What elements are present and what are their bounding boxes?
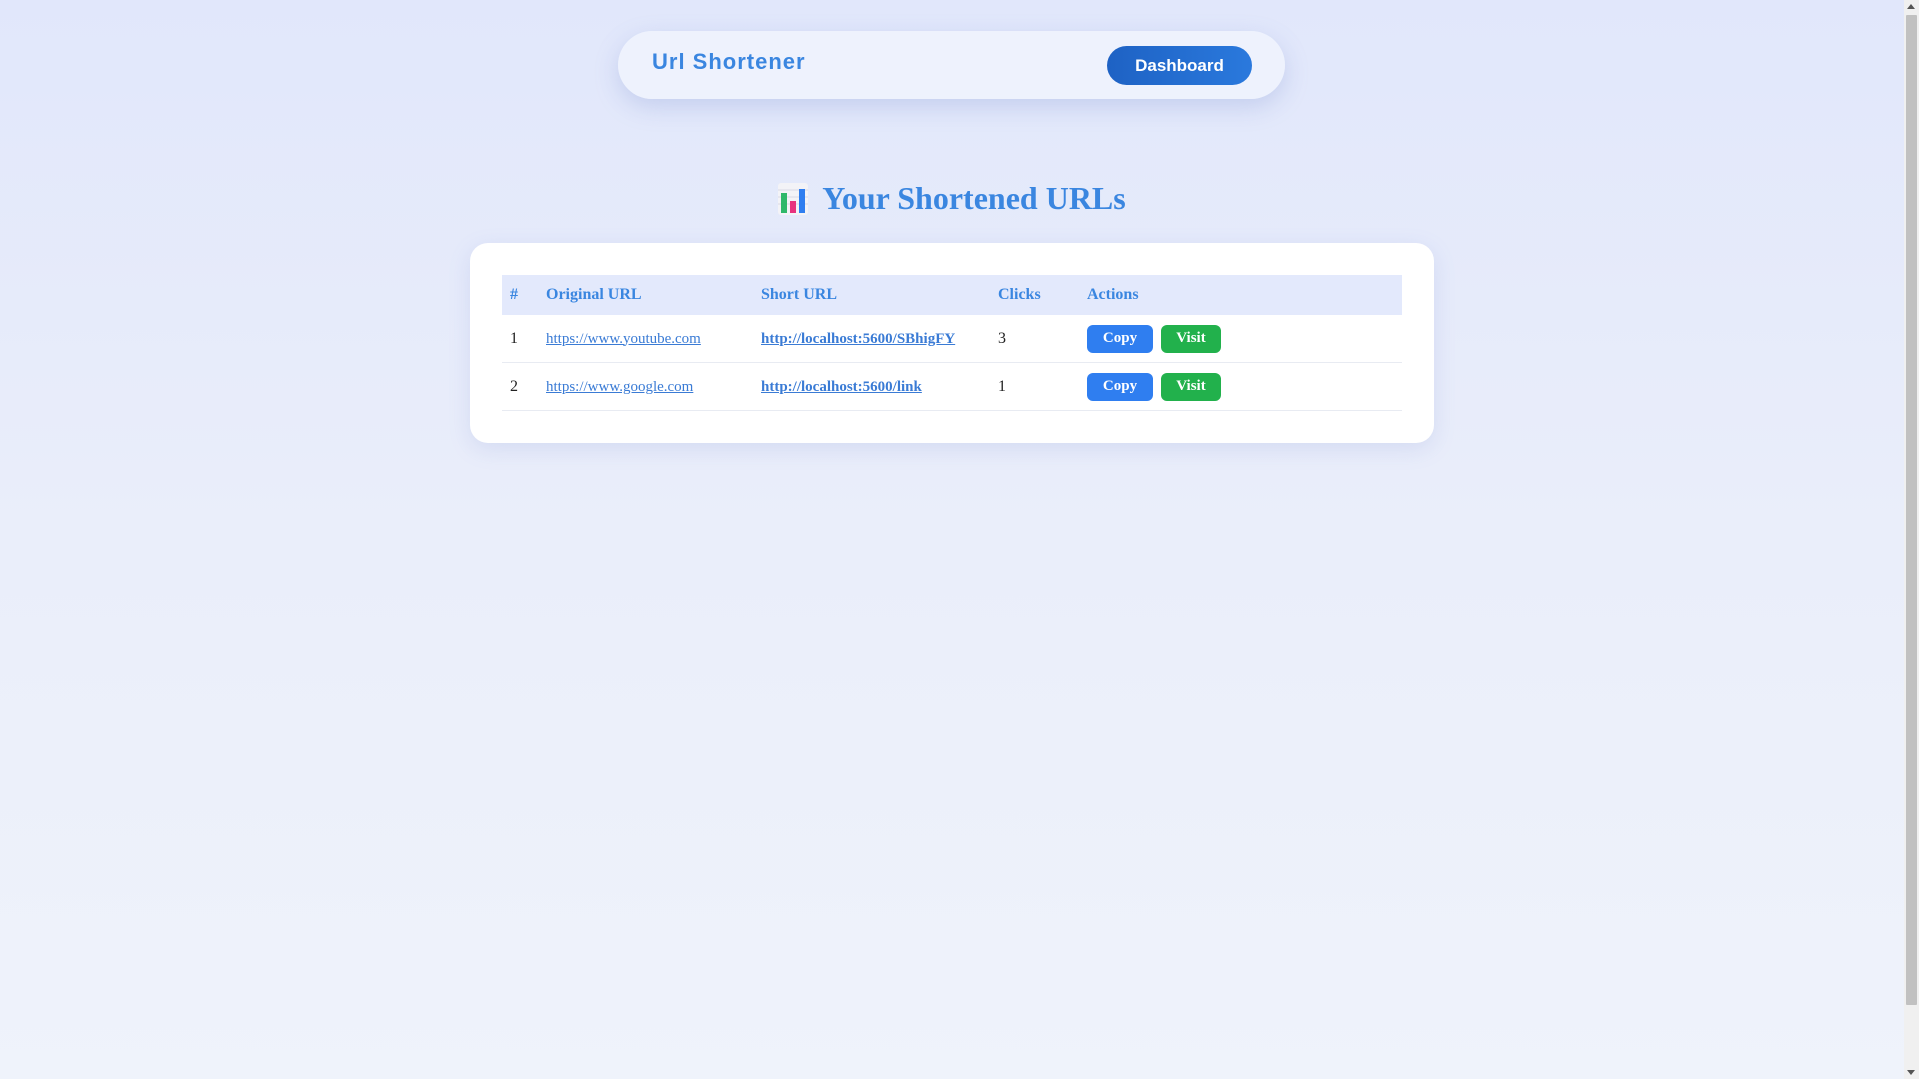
column-header-index: # bbox=[510, 286, 518, 303]
row-index: 2 bbox=[502, 362, 538, 411]
vertical-scrollbar[interactable] bbox=[1904, 0, 1919, 1079]
visit-button[interactable]: Visit bbox=[1161, 372, 1221, 401]
scroll-up-arrow-icon[interactable] bbox=[1907, 4, 1915, 9]
urls-card: # Original URL Short URL Clicks Actions … bbox=[470, 243, 1434, 443]
bar-chart-icon bbox=[778, 182, 809, 215]
original-url-cell: https://www.youtube.com bbox=[538, 315, 753, 363]
actions-cell: Copy Visit bbox=[1079, 362, 1402, 411]
dashboard-button[interactable]: Dashboard bbox=[1107, 46, 1252, 85]
table-row: 2 https://www.google.com http://localhos… bbox=[502, 362, 1402, 411]
original-url-cell: https://www.google.com bbox=[538, 362, 753, 411]
original-url-link[interactable]: https://www.google.com bbox=[546, 379, 693, 395]
brand-title[interactable]: Url Shortener bbox=[652, 49, 806, 75]
page-title-row: Your Shortened URLs bbox=[0, 180, 1904, 224]
scrollbar-thumb[interactable] bbox=[1906, 15, 1917, 1005]
column-header-actions: Actions bbox=[1087, 286, 1139, 303]
column-header-clicks: Clicks bbox=[998, 286, 1041, 303]
copy-button[interactable]: Copy bbox=[1087, 324, 1153, 353]
navbar: Url Shortener Dashboard bbox=[618, 31, 1285, 99]
scroll-down-arrow-icon[interactable] bbox=[1907, 1070, 1915, 1075]
copy-button[interactable]: Copy bbox=[1087, 372, 1153, 401]
actions-cell: Copy Visit bbox=[1079, 315, 1402, 363]
original-url-link[interactable]: https://www.youtube.com bbox=[546, 331, 701, 347]
short-url-link[interactable]: http://localhost:5600/link bbox=[761, 379, 922, 395]
urls-table: # Original URL Short URL Clicks Actions … bbox=[502, 275, 1402, 411]
column-header-original-url: Original URL bbox=[546, 286, 642, 303]
table-row: 1 https://www.youtube.com http://localho… bbox=[502, 315, 1402, 363]
short-url-link[interactable]: http://localhost:5600/SBhigFY bbox=[761, 331, 955, 347]
table-header-row: # Original URL Short URL Clicks Actions bbox=[502, 275, 1402, 315]
short-url-cell: http://localhost:5600/SBhigFY bbox=[753, 315, 990, 363]
click-count: 1 bbox=[990, 362, 1079, 411]
row-index: 1 bbox=[502, 315, 538, 363]
click-count: 3 bbox=[990, 315, 1079, 363]
column-header-short-url: Short URL bbox=[761, 286, 838, 303]
visit-button[interactable]: Visit bbox=[1161, 324, 1221, 353]
page-title: Your Shortened URLs bbox=[822, 180, 1126, 216]
short-url-cell: http://localhost:5600/link bbox=[753, 362, 990, 411]
